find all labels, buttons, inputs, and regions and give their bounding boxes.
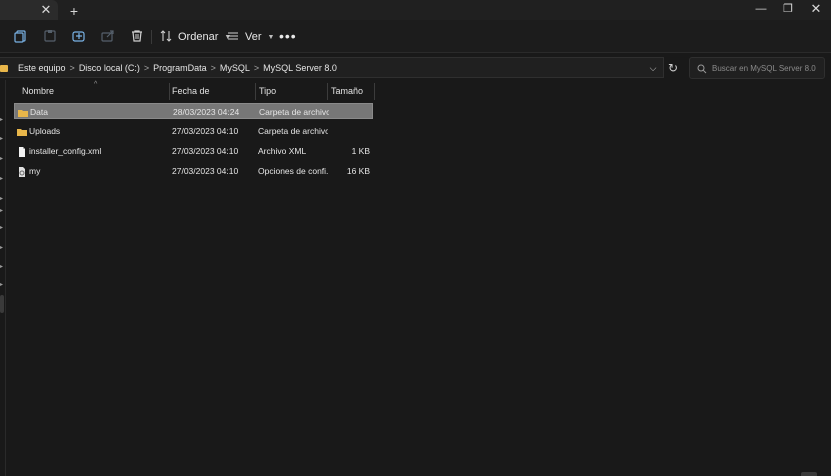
chevron-right-icon[interactable]: > (70, 63, 75, 73)
chevron-right-icon[interactable]: > (144, 63, 149, 73)
cut-icon[interactable] (43, 29, 57, 43)
file-date: 27/03/2023 04:10 (172, 146, 239, 156)
sort-icon (160, 29, 172, 45)
title-bar: ✕ + — ❐ ✕ (0, 0, 831, 20)
sort-label: Ordenar (178, 31, 219, 43)
new-icon[interactable] (14, 29, 28, 43)
file-type: Carpeta de archivos (259, 107, 329, 117)
search-input[interactable] (712, 60, 822, 76)
folder-icon (18, 107, 28, 117)
column-header-size[interactable]: Tamaño (323, 83, 373, 100)
tab-close-icon[interactable]: ✕ (40, 2, 52, 18)
file-date: 27/03/2023 04:10 (172, 166, 239, 176)
column-header-type[interactable]: Tipo (251, 83, 323, 100)
refresh-button[interactable]: ↻ (665, 58, 681, 78)
navigation-pane: ▸ ▸ ▸ ▸ ▸ ▸ ▸ ▸ ▸ ▸ (0, 80, 6, 476)
column-header-date[interactable]: Fecha de modificación (164, 83, 251, 113)
file-date: 27/03/2023 04:10 (172, 126, 239, 136)
view-icon (227, 30, 239, 45)
share-icon[interactable] (101, 29, 115, 43)
search-icon (697, 63, 707, 74)
file-row[interactable]: Data 28/03/2023 04:24 Carpeta de archivo… (14, 103, 373, 119)
resize-handle[interactable] (801, 472, 817, 476)
file-size (331, 104, 371, 120)
expand-arrow-icon[interactable]: ▸ (0, 225, 4, 231)
command-bar: Ordenar ▼ Ver ▼ ••• (0, 20, 831, 53)
minimize-button[interactable]: — (747, 0, 775, 18)
new-tab-icon[interactable]: + (67, 3, 81, 19)
file-row[interactable]: my 27/03/2023 04:10 Opciones de confi...… (14, 163, 373, 179)
expand-arrow-icon[interactable]: ▸ (0, 117, 4, 123)
column-header-name[interactable]: Nombre (14, 83, 169, 100)
more-options-button[interactable]: ••• (279, 28, 297, 44)
file-size: 16 KB (346, 166, 370, 176)
file-icon (17, 146, 27, 157)
search-box[interactable] (689, 57, 825, 79)
expand-arrow-icon[interactable]: ▸ (0, 264, 4, 270)
expand-arrow-icon[interactable]: ▸ (0, 196, 4, 202)
toolbar-divider (151, 30, 152, 44)
restore-button[interactable]: ❐ (774, 0, 802, 18)
file-row[interactable]: installer_config.xml 27/03/2023 04:10 Ar… (14, 143, 373, 159)
config-file-icon (17, 166, 27, 177)
expand-arrow-icon[interactable]: ▸ (0, 208, 4, 214)
breadcrumb: Este equipo > Disco local (C:) > Program… (0, 61, 337, 75)
file-name: Uploads (29, 126, 61, 136)
file-date: 28/03/2023 04:24 (173, 107, 240, 117)
expand-arrow-icon[interactable]: ▸ (0, 176, 4, 182)
chevron-right-icon[interactable]: > (211, 63, 216, 73)
breadcrumb-item[interactable]: Disco local (C:) (79, 63, 140, 73)
file-name: Data (30, 107, 48, 117)
breadcrumb-item[interactable]: ProgramData (153, 63, 207, 73)
breadcrumb-item[interactable]: Este equipo (18, 63, 66, 73)
breadcrumb-item[interactable]: MySQL Server 8.0 (263, 63, 337, 73)
close-window-button[interactable]: ✕ (802, 0, 830, 18)
expand-arrow-icon[interactable]: ▸ (0, 282, 4, 288)
file-type: Carpeta de archivos (258, 126, 328, 136)
expand-arrow-icon[interactable]: ▸ (0, 156, 4, 162)
copy-icon[interactable] (72, 29, 86, 43)
file-name: installer_config.xml (29, 146, 102, 156)
address-bar[interactable]: Este equipo > Disco local (C:) > Program… (0, 57, 664, 78)
file-type: Opciones de confi... (258, 166, 328, 176)
chevron-down-icon: ▼ (267, 33, 275, 41)
folder-icon (17, 126, 27, 136)
file-type: Archivo XML (258, 146, 307, 156)
column-divider[interactable] (374, 83, 375, 100)
folder-icon (0, 64, 8, 72)
file-row[interactable]: Uploads 27/03/2023 04:10 Carpeta de arch… (14, 123, 373, 139)
address-history-dropdown[interactable]: ⌵ (647, 61, 659, 75)
breadcrumb-item[interactable]: MySQL (220, 63, 250, 73)
column-headers: ^ Nombre Fecha de modificación Tipo Tama… (14, 81, 376, 113)
navigation-scrollbar[interactable] (0, 295, 4, 313)
expand-arrow-icon[interactable]: ▸ (0, 136, 4, 142)
file-size (330, 123, 370, 139)
file-size: 1 KB (351, 146, 370, 156)
delete-icon[interactable] (130, 29, 144, 43)
sort-button[interactable]: Ordenar ▼ (160, 29, 231, 45)
view-label: Ver (245, 31, 262, 43)
file-name: my (29, 166, 41, 176)
tab-current[interactable]: ✕ (0, 0, 58, 20)
view-button[interactable]: Ver ▼ (227, 29, 274, 45)
expand-arrow-icon[interactable]: ▸ (0, 245, 4, 251)
chevron-right-icon[interactable]: > (254, 63, 259, 73)
